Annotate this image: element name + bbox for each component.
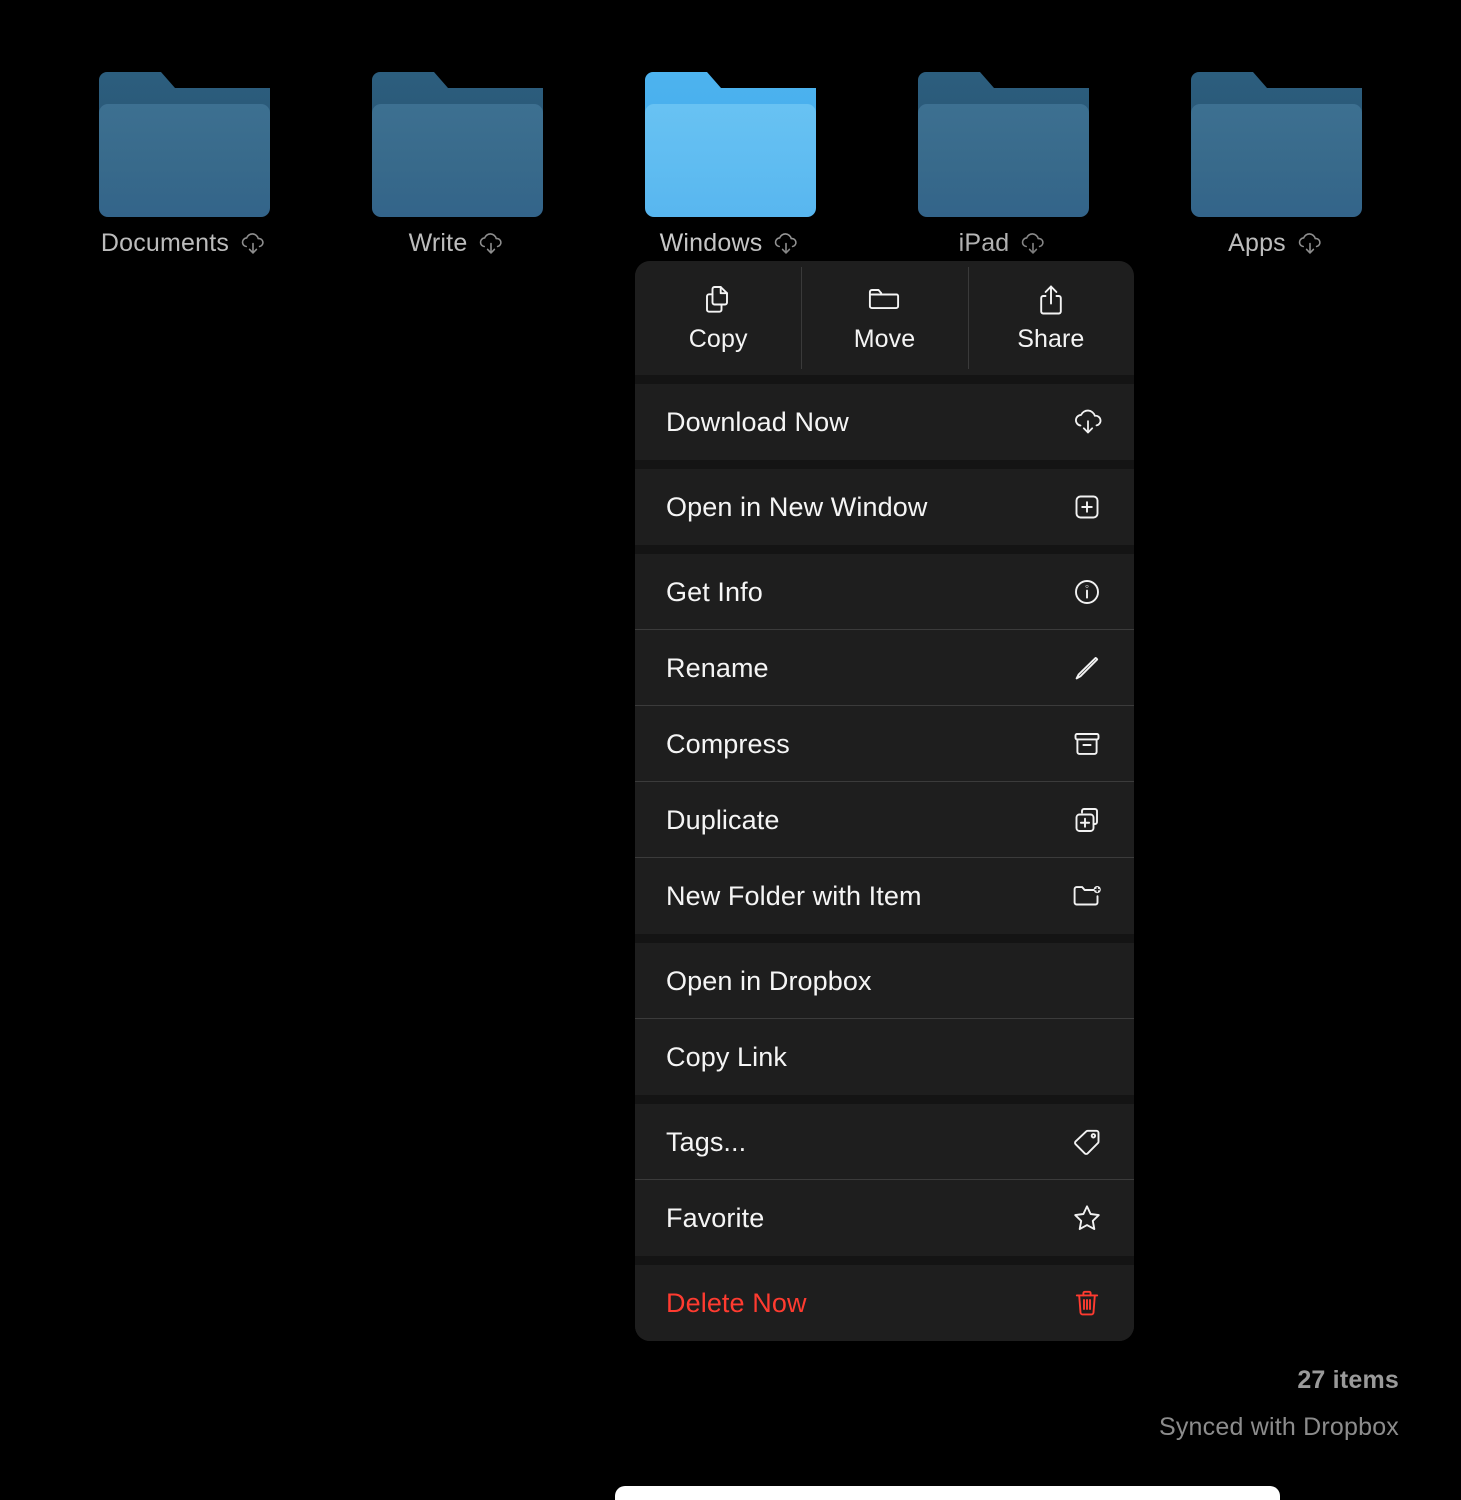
cloud-download-icon <box>1022 232 1045 254</box>
copy-action-button[interactable]: Copy <box>635 261 801 375</box>
trash-icon <box>1075 1290 1099 1316</box>
share-action-button[interactable]: Share <box>967 261 1134 375</box>
folder-body <box>1191 104 1362 217</box>
cloud-download-icon <box>1075 409 1102 434</box>
archive-box-icon <box>1074 733 1100 755</box>
copy-action-label: Copy <box>688 324 748 353</box>
menu-item-label: Open in New Window <box>666 491 928 522</box>
menu-item-open-in-new-window[interactable]: Open in New Window <box>635 469 1134 545</box>
folder-label-row: iPad <box>867 229 1140 258</box>
folder-label: Write <box>408 229 468 257</box>
menu-item-label: Favorite <box>666 1202 765 1233</box>
menu-group-separator <box>635 934 1134 943</box>
folder-item-windows[interactable]: Windows <box>594 72 867 258</box>
cloud-download-icon <box>1298 232 1321 254</box>
menu-group-separator <box>635 460 1134 469</box>
menu-item-label: Compress <box>666 728 790 759</box>
menu-item-label: New Folder with Item <box>666 880 922 911</box>
tag-icon <box>1074 1129 1100 1155</box>
menu-item-delete-now[interactable]: Delete Now <box>635 1265 1134 1341</box>
folder-label: Apps <box>1228 229 1286 257</box>
menu-group: Tags... Favorite <box>635 1104 1134 1256</box>
cloud-download-icon <box>480 232 503 254</box>
menu-item-rename[interactable]: Rename <box>635 630 1134 706</box>
menu-item-label: Duplicate <box>666 804 780 835</box>
status-block: 27 items Synced with Dropbox <box>1159 1366 1399 1442</box>
context-menu-action-row: Copy Move Share <box>635 261 1134 375</box>
new-folder-plus-icon <box>1073 886 1101 906</box>
folder-item-ipad[interactable]: iPad <box>867 72 1140 258</box>
folder-icon <box>869 288 900 309</box>
cloud-download-icon <box>241 232 264 254</box>
folder-item-documents[interactable]: Documents <box>48 72 321 258</box>
menu-group-separator <box>635 1256 1134 1265</box>
folder-label-row: Windows <box>594 229 867 258</box>
folder-label: Documents <box>100 229 230 257</box>
menu-group: Get Info Rename Compress Duplicate New F… <box>635 554 1134 934</box>
folder-grid: Documents Write Windows iPad Apps <box>0 0 1461 260</box>
folder-icon-glyph <box>1191 72 1362 217</box>
item-count-label: 27 items <box>1297 1366 1399 1394</box>
star-outline-icon <box>1074 1205 1100 1231</box>
folder-body <box>918 104 1089 217</box>
menu-group: Open in New Window <box>635 469 1134 545</box>
duplicate-squares-icon <box>1075 808 1098 832</box>
menu-group-separator <box>635 1095 1134 1104</box>
move-action-label: Move <box>853 324 916 353</box>
menu-group: Delete Now <box>635 1265 1134 1341</box>
menu-item-new-folder-with-item[interactable]: New Folder with Item <box>635 858 1134 934</box>
menu-group-separator <box>635 545 1134 554</box>
context-menu: Copy Move Share Download Now Open in New… <box>635 261 1134 1341</box>
folder-icon-glyph <box>918 72 1089 217</box>
desktop-canvas: Documents Write Windows iPad Apps Copy M… <box>0 0 1461 1500</box>
folder-icon-glyph <box>99 72 270 217</box>
copy-documents-icon <box>706 285 729 313</box>
folder-icon-glyph <box>372 72 543 217</box>
pencil-icon <box>1075 656 1099 680</box>
share-up-arrow-icon <box>1040 285 1062 314</box>
menu-item-compress[interactable]: Compress <box>635 706 1134 782</box>
folder-item-apps[interactable]: Apps <box>1140 72 1413 258</box>
sync-status-label: Synced with Dropbox <box>1158 1413 1399 1441</box>
folder-body <box>99 104 270 217</box>
menu-item-label: Download Now <box>666 406 849 437</box>
folder-label-row: Write <box>321 229 594 258</box>
folder-label-row: Documents <box>48 229 321 258</box>
menu-item-label: Open in Dropbox <box>666 965 872 996</box>
menu-item-download-now[interactable]: Download Now <box>635 384 1134 460</box>
move-action-button[interactable]: Move <box>801 261 967 375</box>
menu-item-favorite[interactable]: Favorite <box>635 1180 1134 1256</box>
cloud-download-icon <box>775 232 798 254</box>
folder-label: Windows <box>659 229 763 257</box>
menu-item-open-in-dropbox[interactable]: Open in Dropbox <box>635 943 1134 1019</box>
plus-square-icon <box>1075 495 1099 519</box>
folder-item-write[interactable]: Write <box>321 72 594 258</box>
menu-item-copy-link[interactable]: Copy Link <box>635 1019 1134 1095</box>
menu-group-separator <box>635 375 1134 384</box>
menu-group: Download Now <box>635 384 1134 460</box>
menu-item-duplicate[interactable]: Duplicate <box>635 782 1134 858</box>
menu-item-label: Rename <box>666 652 769 683</box>
info-circle-icon <box>1075 580 1099 604</box>
folder-icon-glyph <box>645 72 816 217</box>
folder-label: iPad <box>958 229 1010 257</box>
menu-item-label: Delete Now <box>666 1287 807 1318</box>
folder-body <box>645 104 816 217</box>
folder-body <box>372 104 543 217</box>
menu-item-label: Tags... <box>666 1126 747 1157</box>
home-indicator[interactable] <box>615 1486 1280 1500</box>
share-action-label: Share <box>1017 324 1085 353</box>
menu-item-get-info[interactable]: Get Info <box>635 554 1134 630</box>
folder-label-row: Apps <box>1140 229 1413 258</box>
menu-item-label: Get Info <box>666 576 763 607</box>
menu-group: Open in Dropbox Copy Link <box>635 943 1134 1095</box>
menu-item-label: Copy Link <box>666 1041 787 1072</box>
menu-item-tags[interactable]: Tags... <box>635 1104 1134 1180</box>
